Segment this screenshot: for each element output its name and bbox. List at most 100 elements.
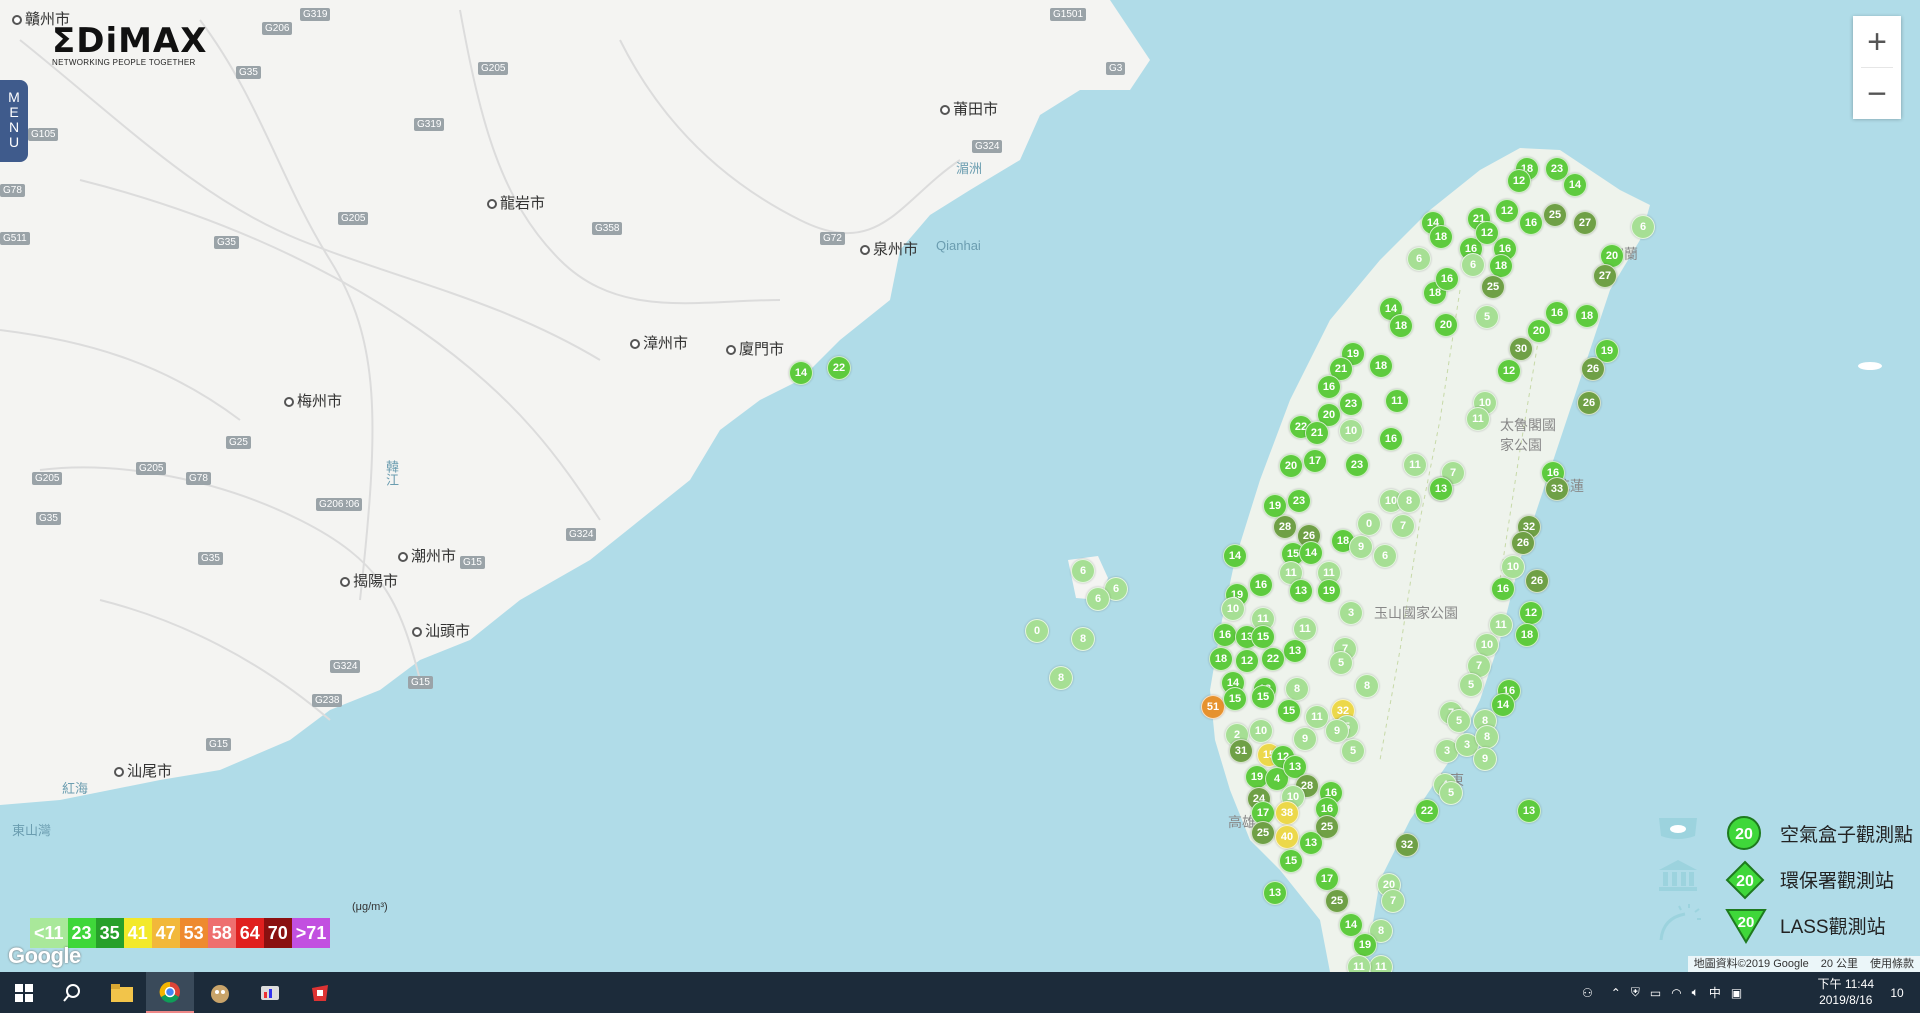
station-marker[interactable]: 26 <box>1581 357 1605 381</box>
station-marker[interactable]: 9 <box>1325 719 1349 743</box>
station-marker[interactable]: 51 <box>1201 695 1225 719</box>
station-marker[interactable]: 9 <box>1293 727 1317 751</box>
station-marker[interactable]: 0 <box>1025 619 1049 643</box>
zoom-in-button[interactable]: + <box>1853 16 1901 67</box>
station-marker[interactable]: 23 <box>1345 453 1369 477</box>
map-canvas[interactable]: 贛州市 莆田市 龍岩市 泉州市 漳州市 廈門市 梅州市 潮州市 揭陽市 汕頭市 汕尾市 G319 G2… <box>0 0 1920 972</box>
station-marker[interactable]: 26 <box>1511 531 1535 555</box>
station-marker[interactable]: 5 <box>1447 709 1471 733</box>
station-marker[interactable]: 13 <box>1263 881 1287 905</box>
station-marker[interactable]: 12 <box>1495 199 1519 223</box>
volume-icon[interactable]: 🔈︎ <box>1692 985 1699 1000</box>
station-marker[interactable]: 8 <box>1475 725 1499 749</box>
station-marker[interactable]: 40 <box>1275 825 1299 849</box>
station-marker[interactable]: 23 <box>1287 489 1311 513</box>
station-marker[interactable]: 15 <box>1277 699 1301 723</box>
station-marker[interactable]: 11 <box>1369 955 1393 972</box>
zoom-out-button[interactable]: − <box>1853 68 1901 119</box>
station-marker[interactable]: 21 <box>1305 421 1329 445</box>
system-clock[interactable]: 下午 11:44 2019/8/16 <box>1818 976 1874 1008</box>
station-marker[interactable]: 14 <box>1223 544 1247 568</box>
station-marker[interactable]: 26 <box>1577 391 1601 415</box>
station-marker[interactable]: 13 <box>1289 579 1313 603</box>
station-marker[interactable]: 5 <box>1341 739 1365 763</box>
station-marker[interactable]: 18 <box>1369 354 1393 378</box>
attribution-data[interactable]: 地圖資料©2019 Google <box>1688 956 1815 972</box>
station-marker[interactable]: 20 <box>1279 454 1303 478</box>
station-marker[interactable]: 8 <box>1049 666 1073 690</box>
station-marker[interactable]: 27 <box>1573 211 1597 235</box>
station-marker[interactable]: 6 <box>1071 559 1095 583</box>
station-marker[interactable]: 27 <box>1593 264 1617 288</box>
station-marker[interactable]: 16 <box>1491 577 1515 601</box>
station-marker[interactable]: 23 <box>1339 392 1363 416</box>
station-marker[interactable]: 8 <box>1355 674 1379 698</box>
station-marker[interactable]: 38 <box>1275 801 1299 825</box>
station-marker[interactable]: 26 <box>1525 569 1549 593</box>
app-button-1[interactable] <box>196 972 244 1013</box>
station-marker[interactable]: 11 <box>1385 389 1409 413</box>
station-marker[interactable]: 3 <box>1339 601 1363 625</box>
station-marker[interactable]: 8 <box>1071 627 1095 651</box>
station-marker[interactable]: 13 <box>1283 639 1307 663</box>
station-marker[interactable]: 19 <box>1353 933 1377 957</box>
google-logo[interactable]: Google <box>8 943 81 969</box>
station-marker[interactable]: 6 <box>1407 247 1431 271</box>
station-marker[interactable]: 15 <box>1251 685 1275 709</box>
station-marker[interactable]: 11 <box>1293 617 1317 641</box>
station-marker[interactable]: 25 <box>1325 889 1349 913</box>
station-marker[interactable]: 12 <box>1497 359 1521 383</box>
legend-row-airbox[interactable]: 20 空氣盒子觀測點 <box>1655 812 1920 852</box>
station-marker[interactable]: 12 <box>1507 169 1531 193</box>
station-marker[interactable]: 18 <box>1515 623 1539 647</box>
station-marker[interactable]: 18 <box>1389 314 1413 338</box>
station-marker[interactable]: 20 <box>1527 319 1551 343</box>
notification-center-button[interactable]: 10 <box>1874 972 1920 1013</box>
station-marker[interactable]: 25 <box>1481 275 1505 299</box>
station-marker[interactable]: 10 <box>1249 719 1273 743</box>
station-marker[interactable]: 15 <box>1279 849 1303 873</box>
station-marker[interactable]: 16 <box>1379 427 1403 451</box>
station-marker[interactable]: 14 <box>1299 541 1323 565</box>
ime-indicator[interactable]: 中 <box>1709 984 1721 1001</box>
legend-row-epa[interactable]: 20 環保署觀測站 <box>1655 858 1920 900</box>
station-marker[interactable]: 22 <box>827 356 851 380</box>
station-marker[interactable]: 19 <box>1317 579 1341 603</box>
edimax-logo[interactable]: ΣDiMAX NETWORKING PEOPLE TOGETHER <box>52 24 207 67</box>
keyboard-icon[interactable]: ▣ <box>1731 986 1742 1000</box>
file-explorer-button[interactable] <box>98 972 146 1013</box>
station-marker[interactable]: 22 <box>1415 799 1439 823</box>
station-marker[interactable]: 22 <box>1261 647 1285 671</box>
station-marker[interactable]: 9 <box>1349 535 1373 559</box>
station-marker[interactable]: 12 <box>1235 649 1259 673</box>
attribution-terms[interactable]: 使用條款 <box>1864 956 1920 972</box>
station-marker[interactable]: 11 <box>1466 407 1490 431</box>
station-marker[interactable]: 28 <box>1273 515 1297 539</box>
menu-button[interactable]: MENU <box>0 80 28 162</box>
station-marker[interactable]: 5 <box>1439 781 1463 805</box>
app-button-2[interactable] <box>246 972 294 1013</box>
station-marker[interactable]: 6 <box>1086 587 1110 611</box>
station-marker[interactable]: 25 <box>1251 821 1275 845</box>
station-marker[interactable]: 16 <box>1519 211 1543 235</box>
station-marker[interactable]: 31 <box>1229 739 1253 763</box>
station-marker[interactable]: 6 <box>1631 215 1655 239</box>
station-marker[interactable]: 8 <box>1285 677 1309 701</box>
station-marker[interactable]: 7 <box>1381 889 1405 913</box>
app-button-3[interactable] <box>296 972 344 1013</box>
station-marker[interactable]: 18 <box>1209 647 1233 671</box>
station-marker[interactable]: 11 <box>1403 453 1427 477</box>
station-marker[interactable]: 6 <box>1461 253 1485 277</box>
station-marker[interactable]: 16 <box>1435 267 1459 291</box>
legend-row-lass[interactable]: 20 LASS觀測站 <box>1655 904 1920 944</box>
station-marker[interactable]: 18 <box>1575 304 1599 328</box>
station-marker[interactable]: 33 <box>1545 477 1569 501</box>
station-marker[interactable]: 12 <box>1519 601 1543 625</box>
station-marker[interactable]: 8 <box>1397 489 1421 513</box>
station-marker[interactable]: 10 <box>1501 555 1525 579</box>
station-marker[interactable]: 6 <box>1373 544 1397 568</box>
station-marker[interactable]: 11 <box>1347 955 1371 972</box>
station-marker[interactable]: 13 <box>1299 831 1323 855</box>
station-marker[interactable]: 10 <box>1221 597 1245 621</box>
station-marker[interactable]: 5 <box>1329 651 1353 675</box>
